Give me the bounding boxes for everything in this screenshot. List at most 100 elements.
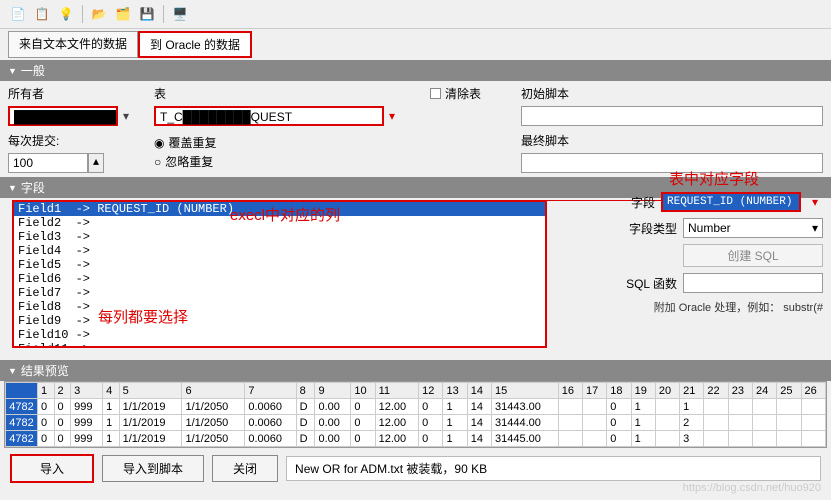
section-preview-header[interactable]: 结果预览 <box>0 360 831 381</box>
list-item[interactable]: Field7 -> <box>14 286 545 300</box>
table-cell: 0 <box>54 415 71 431</box>
document-icon[interactable]: 📄 <box>8 4 28 24</box>
skip-radio[interactable]: ○忽略重复 <box>154 153 400 170</box>
table-row[interactable]: 47820099911/1/20191/1/20500.0060D0.00012… <box>6 399 826 415</box>
table-header[interactable]: 17 <box>583 383 607 399</box>
table-cell: 0 <box>54 399 71 415</box>
overwrite-radio[interactable]: ◉覆盖重复 <box>154 134 400 151</box>
list-item[interactable]: Field11 -> <box>14 342 545 348</box>
field-select[interactable]: REQUEST_ID (NUMBER) <box>661 192 801 212</box>
table-header[interactable]: 5 <box>119 383 182 399</box>
sqlfunc-input[interactable] <box>683 273 823 293</box>
table-cell: 999 <box>71 431 103 447</box>
table-header[interactable]: 7 <box>245 383 296 399</box>
table-cell <box>583 415 607 431</box>
table-header[interactable]: 12 <box>419 383 443 399</box>
table-header[interactable]: 21 <box>680 383 704 399</box>
table-header[interactable]: 1 <box>38 383 55 399</box>
table-cell: 1/1/2050 <box>182 431 245 447</box>
table-header[interactable]: 25 <box>777 383 801 399</box>
import-button[interactable]: 导入 <box>10 454 94 483</box>
table-header[interactable]: 9 <box>315 383 351 399</box>
folder-icon[interactable]: 🗂️ <box>113 4 133 24</box>
table-cell: 2 <box>680 415 704 431</box>
table-header[interactable]: 15 <box>492 383 559 399</box>
table-cell: 1 <box>631 415 655 431</box>
list-item[interactable]: Field8 -> <box>14 300 545 314</box>
chevron-down-icon[interactable]: ▾ <box>384 109 400 123</box>
commit-label: 每次提交: <box>8 132 134 149</box>
bulb-icon[interactable]: 💡 <box>56 4 76 24</box>
commit-input[interactable]: 100 <box>8 153 88 173</box>
table-header[interactable]: 16 <box>558 383 582 399</box>
list-item[interactable]: Field5 -> <box>14 258 545 272</box>
fieldtype-select[interactable]: Number▾ <box>683 218 823 238</box>
open-icon[interactable]: 📂 <box>89 4 109 24</box>
table-cell <box>728 431 752 447</box>
import-script-button[interactable]: 导入到脚本 <box>102 455 204 482</box>
table-header[interactable]: 8 <box>296 383 315 399</box>
list-item[interactable]: Field4 -> <box>14 244 545 258</box>
table-cell <box>655 431 679 447</box>
list-item[interactable]: Field3 -> <box>14 230 545 244</box>
table-header[interactable]: 22 <box>704 383 728 399</box>
table-cell: 999 <box>71 399 103 415</box>
create-sql-button[interactable]: 创建 SQL <box>683 244 823 267</box>
table-header[interactable]: 3 <box>71 383 103 399</box>
table-header[interactable]: 23 <box>728 383 752 399</box>
tab-target[interactable]: 到 Oracle 的数据 <box>138 31 252 58</box>
sqlfunc-label: SQL 函数 <box>626 275 677 292</box>
fieldtype-label: 字段类型 <box>629 220 677 237</box>
table-cell: 12.00 <box>375 431 419 447</box>
table-cell: D <box>296 431 315 447</box>
field-list[interactable]: Field1 -> REQUEST_ID (NUMBER)Field2 ->Fi… <box>12 200 547 348</box>
owner-input[interactable]: ████████████ <box>8 106 118 126</box>
preview-grid[interactable]: 1234567891011121314151617181920212223242… <box>4 381 827 448</box>
table-cell <box>801 415 825 431</box>
table-header[interactable]: 4 <box>103 383 120 399</box>
list-item[interactable]: Field1 -> REQUEST_ID (NUMBER) <box>14 202 545 216</box>
table-cell: 0 <box>38 415 55 431</box>
table-header[interactable]: 20 <box>655 383 679 399</box>
table-header[interactable]: 18 <box>607 383 631 399</box>
table-cell: 1 <box>631 431 655 447</box>
table-cell: D <box>296 399 315 415</box>
clear-table-label: 清除表 <box>445 85 481 102</box>
table-header[interactable]: 24 <box>752 383 776 399</box>
tab-source[interactable]: 来自文本文件的数据 <box>8 31 138 58</box>
chevron-down-icon[interactable]: ▾ <box>118 109 134 123</box>
table-header[interactable]: 6 <box>182 383 245 399</box>
table-cell <box>655 399 679 415</box>
table-row[interactable]: 47820099911/1/20191/1/20500.0060D0.00012… <box>6 431 826 447</box>
run-icon[interactable]: 🖥️ <box>170 4 190 24</box>
section-general-header[interactable]: 一般 <box>0 60 831 81</box>
init-script-input[interactable] <box>521 106 823 126</box>
table-input[interactable]: T_C████████QUEST <box>154 106 384 126</box>
table-cell: 12.00 <box>375 415 419 431</box>
table-cell: 3 <box>680 431 704 447</box>
table-header[interactable]: 13 <box>443 383 467 399</box>
table-header[interactable]: 26 <box>801 383 825 399</box>
table-cell: 14 <box>467 415 491 431</box>
list-item[interactable]: Field2 -> <box>14 216 545 230</box>
final-script-label: 最终脚本 <box>521 132 823 149</box>
close-button[interactable]: 关闭 <box>212 455 278 482</box>
table-cell: 1 <box>680 399 704 415</box>
row-header: 4782 <box>6 415 38 431</box>
table-header[interactable]: 19 <box>631 383 655 399</box>
table-header[interactable]: 11 <box>375 383 419 399</box>
list-item[interactable]: Field10 -> <box>14 328 545 342</box>
final-script-input[interactable] <box>521 153 823 173</box>
paste-icon[interactable]: 📋 <box>32 4 52 24</box>
clear-table-checkbox[interactable]: 清除表 <box>430 85 481 102</box>
table-cell <box>777 415 801 431</box>
table-header[interactable]: 2 <box>54 383 71 399</box>
table-header[interactable]: 10 <box>351 383 375 399</box>
table-header[interactable]: 14 <box>467 383 491 399</box>
list-item[interactable]: Field6 -> <box>14 272 545 286</box>
save-icon[interactable]: 💾 <box>137 4 157 24</box>
spinner-icon[interactable]: ▴ <box>88 153 104 173</box>
table-row[interactable]: 47820099911/1/20191/1/20500.0060D0.00012… <box>6 415 826 431</box>
chevron-down-icon[interactable]: ▾ <box>807 195 823 209</box>
list-item[interactable]: Field9 -> <box>14 314 545 328</box>
